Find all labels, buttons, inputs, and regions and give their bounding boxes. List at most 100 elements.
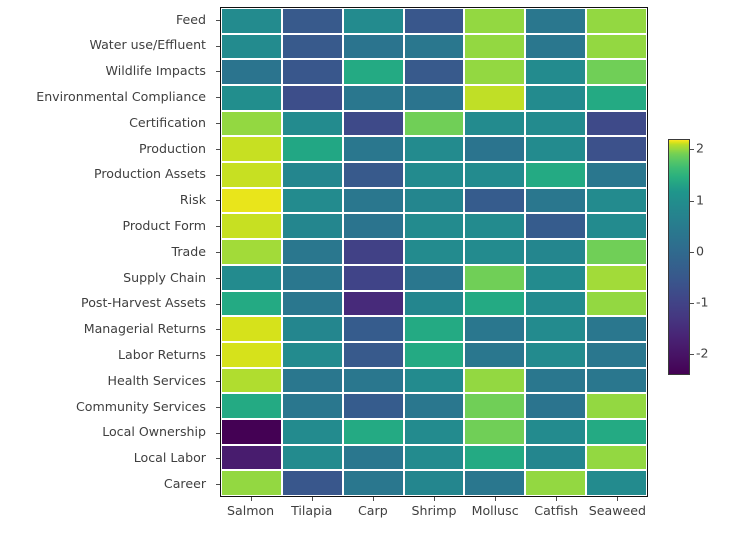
heatmap-cell	[403, 290, 465, 317]
heatmap-cell	[342, 8, 404, 34]
heatmap-cell	[342, 316, 404, 342]
heatmap-cell	[281, 213, 343, 240]
heatmap-cell	[525, 136, 587, 163]
heatmap-cell	[525, 110, 587, 137]
heatmap-cell	[586, 239, 647, 265]
y-axis-label: Trade	[171, 243, 206, 259]
heatmap-cell	[221, 367, 282, 394]
heatmap-grid	[220, 7, 648, 497]
heatmap-cell	[525, 162, 587, 188]
heatmap-cell	[281, 8, 343, 34]
x-axis-label: Mollusc	[471, 503, 519, 518]
heatmap-cell	[342, 59, 404, 86]
heatmap-cell	[281, 239, 343, 265]
heatmap-cell	[403, 59, 465, 86]
heatmap-cell	[464, 418, 526, 445]
heatmap-cell	[403, 470, 465, 496]
heatmap-cell	[281, 367, 343, 394]
colorbar-tick	[690, 251, 694, 253]
heatmap-cell	[403, 213, 465, 240]
heatmap-cell	[525, 213, 587, 240]
heatmap-cell	[586, 33, 647, 60]
heatmap-cell	[342, 110, 404, 137]
x-axis-label: Carp	[358, 503, 388, 518]
heatmap-cell	[403, 444, 465, 471]
x-axis-labels: Salmon Tilapia Carp Shrimp Mollusc Catfish Sea…	[220, 504, 648, 528]
heatmap-cell	[525, 341, 587, 368]
heatmap-cell	[221, 264, 282, 291]
heatmap-cell	[403, 187, 465, 214]
heatmap-cell	[525, 444, 587, 471]
heatmap-cell	[464, 316, 526, 342]
y-axis-label: Wildlife Impacts	[105, 63, 206, 79]
colorbar-tick-label: -1	[696, 294, 709, 310]
heatmap-cell	[525, 316, 587, 342]
y-axis-label: Local Ownership	[102, 424, 206, 440]
heatmap-cell	[342, 187, 404, 214]
x-axis-label: Seaweed	[588, 503, 647, 518]
heatmap-cell	[221, 470, 282, 496]
heatmap-cell	[342, 162, 404, 188]
y-axis-label: Product Form	[122, 217, 206, 233]
heatmap-cell	[403, 136, 465, 163]
heatmap-cell	[281, 136, 343, 163]
heatmap-cell	[342, 470, 404, 496]
heatmap-cell	[464, 85, 526, 111]
colorbar-tick	[690, 149, 694, 151]
heatmap-cell	[221, 59, 282, 86]
heatmap-cell	[525, 8, 587, 34]
heatmap-cell	[342, 33, 404, 60]
heatmap-cell	[403, 8, 465, 34]
heatmap-cell	[281, 290, 343, 317]
heatmap-cell	[281, 264, 343, 291]
heatmap-cell	[464, 290, 526, 317]
heatmap-cell	[281, 59, 343, 86]
heatmap-cell	[464, 33, 526, 60]
heatmap-cell	[342, 393, 404, 419]
heatmap-cell	[464, 59, 526, 86]
heatmap-cell	[586, 418, 647, 445]
colorbar-tick-label: 2	[696, 140, 705, 156]
heatmap-cell	[464, 213, 526, 240]
heatmap-cell	[525, 470, 587, 496]
heatmap-cell	[281, 187, 343, 214]
heatmap-cell	[586, 136, 647, 163]
colorbar-tick-label: 1	[696, 192, 705, 208]
heatmap-cell	[342, 418, 404, 445]
heatmap-cell	[342, 136, 404, 163]
colorbar-tick-label: -2	[696, 346, 709, 362]
heatmap-cell	[342, 213, 404, 240]
y-axis-label: Production Assets	[94, 166, 206, 182]
heatmap-cell	[403, 110, 465, 137]
heatmap-cell	[342, 444, 404, 471]
heatmap-cell	[586, 110, 647, 137]
y-axis-label: Labor Returns	[118, 346, 206, 362]
heatmap-cell	[464, 239, 526, 265]
heatmap-cell	[281, 85, 343, 111]
y-axis-label: Supply Chain	[123, 269, 206, 285]
heatmap-cell	[525, 264, 587, 291]
heatmap-cell	[586, 393, 647, 419]
heatmap-cell	[221, 85, 282, 111]
x-axis-label: Salmon	[226, 503, 275, 518]
heatmap-cell	[403, 393, 465, 419]
heatmap-cell	[281, 162, 343, 188]
heatmap-cell	[464, 136, 526, 163]
y-axis-label: Production	[138, 140, 206, 156]
heatmap-cell	[525, 59, 587, 86]
heatmap-cell	[586, 341, 647, 368]
heatmap-cell	[221, 341, 282, 368]
heatmap-cell	[403, 85, 465, 111]
y-axis-labels: Feed Water use/Effluent Wildlife Impacts En…	[0, 7, 210, 497]
heatmap-cell	[221, 136, 282, 163]
x-axis-label: Catfish	[534, 503, 579, 518]
heatmap-cell	[221, 393, 282, 419]
heatmap-cell	[525, 290, 587, 317]
y-axis-label: Career	[163, 475, 206, 491]
heatmap-cell	[221, 239, 282, 265]
heatmap-cell	[403, 341, 465, 368]
y-axis-label: Risk	[179, 192, 206, 208]
heatmap-cell	[342, 341, 404, 368]
heatmap-cell	[525, 393, 587, 419]
heatmap-cell	[342, 239, 404, 265]
